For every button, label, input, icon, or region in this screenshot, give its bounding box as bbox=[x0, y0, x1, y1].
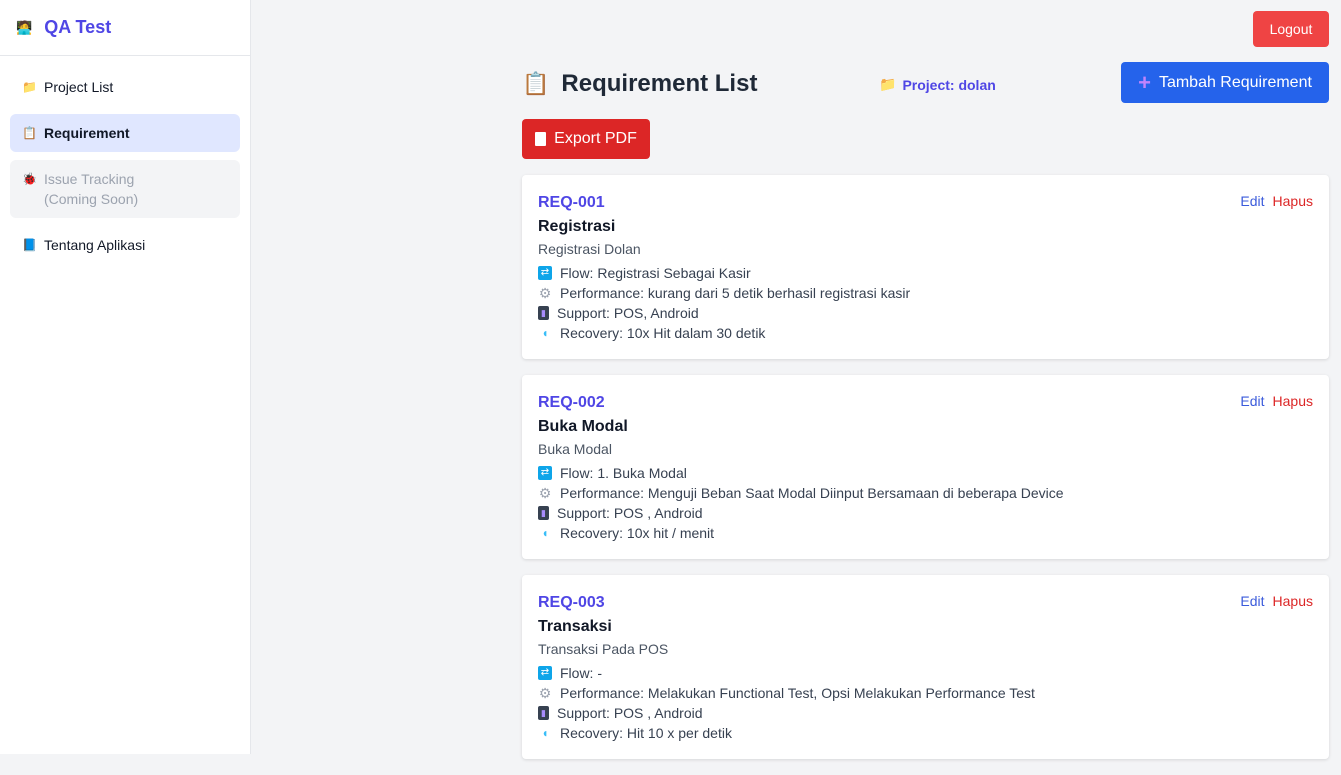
brand[interactable]: 🧑‍💻 QA Test bbox=[0, 0, 250, 56]
requirement-recovery: ◖ Recovery: Hit 10 x per detik bbox=[538, 723, 1313, 743]
card-actions: Edit Hapus bbox=[1240, 393, 1313, 409]
phone-icon: ▮ bbox=[538, 706, 549, 720]
gear-icon: ⚙ bbox=[538, 685, 552, 701]
page-title-wrap: 📋 Requirement List bbox=[522, 70, 757, 98]
developer-icon: 🧑‍💻 bbox=[16, 20, 33, 35]
requirement-card: Edit Hapus REQ-002 Buka Modal Buka Modal… bbox=[522, 375, 1329, 559]
flow-icon: ⇄ bbox=[538, 266, 552, 280]
bug-icon: 🐞 bbox=[22, 172, 37, 186]
requirement-support: ▮ Support: POS, Android bbox=[538, 303, 1313, 323]
export-pdf-label: Export PDF bbox=[554, 130, 637, 147]
requirement-code: REQ-003 bbox=[538, 594, 605, 611]
performance-text: Performance: kurang dari 5 detik berhasi… bbox=[560, 285, 911, 301]
sidebar-item-requirement[interactable]: 📋 Requirement bbox=[10, 114, 240, 152]
card-actions: Edit Hapus bbox=[1240, 193, 1313, 209]
requirement-recovery: ◖ Recovery: 10x hit / menit bbox=[538, 523, 1313, 543]
card-actions: Edit Hapus bbox=[1240, 593, 1313, 609]
delete-link[interactable]: Hapus bbox=[1273, 593, 1313, 609]
support-text: Support: POS, Android bbox=[557, 305, 699, 321]
phone-icon: ▮ bbox=[538, 306, 549, 320]
clipboard-icon: 📋 bbox=[22, 126, 37, 140]
flow-text: Flow: Registrasi Sebagai Kasir bbox=[560, 265, 751, 281]
export-pdf-button[interactable]: Export PDF bbox=[522, 119, 650, 159]
gear-icon: ⚙ bbox=[538, 285, 552, 301]
clipboard-icon: 📋 bbox=[522, 71, 550, 96]
brand-name: QA Test bbox=[44, 17, 112, 37]
shield-icon: ◖ bbox=[541, 526, 549, 540]
sidebar-item-label: Requirement bbox=[44, 125, 130, 141]
folder-icon: 📁 bbox=[879, 76, 897, 92]
requirement-description: Registrasi Dolan bbox=[538, 241, 641, 257]
requirement-flow: ⇄ Flow: - bbox=[538, 663, 1313, 683]
flow-icon: ⇄ bbox=[538, 666, 552, 680]
performance-text: Performance: Menguji Beban Saat Modal Di… bbox=[560, 485, 1064, 501]
performance-text: Performance: Melakukan Functional Test, … bbox=[560, 685, 1035, 701]
folder-icon: 📁 bbox=[22, 80, 37, 94]
sidebar: 🧑‍💻 QA Test 📁 Project List 📋 Requirement… bbox=[0, 0, 251, 754]
book-icon: 📘 bbox=[22, 238, 37, 252]
sidebar-item-issue-tracking: 🐞 Issue Tracking (Coming Soon) bbox=[10, 160, 240, 218]
requirement-performance: ⚙ Performance: kurang dari 5 detik berha… bbox=[538, 283, 1313, 303]
edit-link[interactable]: Edit bbox=[1240, 193, 1264, 209]
add-requirement-button[interactable]: + Tambah Requirement bbox=[1121, 62, 1329, 103]
requirement-code: REQ-002 bbox=[538, 394, 605, 411]
phone-icon: ▮ bbox=[538, 506, 549, 520]
requirement-flow: ⇄ Flow: 1. Buka Modal bbox=[538, 463, 1313, 483]
plus-icon: + bbox=[1138, 69, 1151, 95]
logout-button[interactable]: Logout bbox=[1253, 11, 1329, 47]
requirement-description: Buka Modal bbox=[538, 441, 612, 457]
recovery-text: Recovery: 10x hit / menit bbox=[560, 525, 715, 541]
requirement-list: Edit Hapus REQ-001 Registrasi Registrasi… bbox=[522, 175, 1329, 775]
shield-icon: ◖ bbox=[541, 726, 549, 740]
requirement-description: Transaksi Pada POS bbox=[538, 641, 669, 657]
add-requirement-label: Tambah Requirement bbox=[1158, 73, 1312, 91]
requirement-support: ▮ Support: POS , Android bbox=[538, 503, 1313, 523]
requirement-title: Buka Modal bbox=[538, 418, 628, 435]
flow-text: Flow: - bbox=[560, 665, 602, 681]
requirement-performance: ⚙ Performance: Menguji Beban Saat Modal … bbox=[538, 483, 1313, 503]
project-name: Project: dolan bbox=[902, 76, 996, 93]
sidebar-item-label: Tentang Aplikasi bbox=[44, 237, 146, 253]
requirement-title: Transaksi bbox=[538, 618, 612, 635]
support-text: Support: POS , Android bbox=[557, 705, 703, 721]
page-header: 📋 Requirement List 📁 Project: dolan + Ta… bbox=[522, 62, 1329, 106]
requirement-recovery: ◖ Recovery: 10x Hit dalam 30 detik bbox=[538, 323, 1313, 343]
shield-icon: ◖ bbox=[541, 326, 549, 340]
requirement-performance: ⚙ Performance: Melakukan Functional Test… bbox=[538, 683, 1313, 703]
page-title: Requirement List bbox=[561, 70, 758, 97]
delete-link[interactable]: Hapus bbox=[1273, 393, 1313, 409]
recovery-text: Recovery: 10x Hit dalam 30 detik bbox=[560, 325, 766, 341]
support-text: Support: POS , Android bbox=[557, 505, 703, 521]
requirement-card: Edit Hapus REQ-003 Transaksi Transaksi P… bbox=[522, 575, 1329, 759]
requirement-code: REQ-001 bbox=[538, 194, 605, 211]
flow-icon: ⇄ bbox=[538, 466, 552, 480]
requirement-support: ▮ Support: POS , Android bbox=[538, 703, 1313, 723]
sidebar-item-label: Project List bbox=[44, 79, 114, 95]
edit-link[interactable]: Edit bbox=[1240, 593, 1264, 609]
sidebar-item-about[interactable]: 📘 Tentang Aplikasi bbox=[10, 226, 240, 264]
requirement-flow: ⇄ Flow: Registrasi Sebagai Kasir bbox=[538, 263, 1313, 283]
requirement-title: Registrasi bbox=[538, 218, 616, 235]
document-icon bbox=[535, 132, 547, 146]
project-label: 📁 Project: dolan bbox=[879, 76, 996, 93]
recovery-text: Recovery: Hit 10 x per detik bbox=[560, 725, 732, 741]
flow-text: Flow: 1. Buka Modal bbox=[560, 465, 687, 481]
edit-link[interactable]: Edit bbox=[1240, 393, 1264, 409]
sidebar-item-project-list[interactable]: 📁 Project List bbox=[10, 68, 240, 106]
sidebar-nav: 📁 Project List 📋 Requirement 🐞 Issue Tra… bbox=[0, 56, 250, 264]
gear-icon: ⚙ bbox=[538, 485, 552, 501]
requirement-card: Edit Hapus REQ-001 Registrasi Registrasi… bbox=[522, 175, 1329, 359]
delete-link[interactable]: Hapus bbox=[1273, 193, 1313, 209]
sidebar-item-label: Issue Tracking (Coming Soon) bbox=[44, 171, 139, 207]
